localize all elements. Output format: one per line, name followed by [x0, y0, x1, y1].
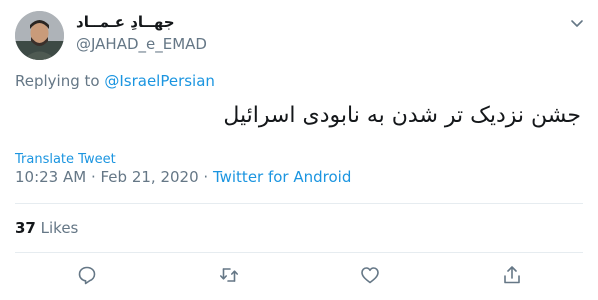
more-caret-icon[interactable] [567, 13, 587, 33]
replying-prefix: Replying to [15, 72, 105, 90]
like-icon[interactable] [359, 264, 381, 286]
divider [15, 203, 583, 204]
reply-to-link[interactable]: @IsraelPersian [104, 72, 215, 90]
translate-tweet-link[interactable]: Translate Tweet [15, 152, 116, 167]
tweet-source-link[interactable]: Twitter for Android [213, 168, 351, 186]
tweet-timestamp[interactable]: 10:23 AM · Feb 21, 2020 · [15, 168, 213, 186]
reply-icon[interactable] [76, 264, 98, 286]
likes-number: 37 [15, 219, 36, 237]
likes-count[interactable]: 37 Likes [15, 219, 78, 237]
display-name[interactable]: جهــادِ عـمــاد [76, 13, 175, 31]
divider [15, 252, 583, 253]
tweet-text: جشن نزدیک تر شدن به نابودی اسرائیل [223, 103, 581, 128]
retweet-icon[interactable] [218, 264, 240, 286]
avatar[interactable] [15, 11, 64, 60]
likes-label: Likes [35, 219, 79, 237]
tweet-meta: 10:23 AM · Feb 21, 2020 · Twitter for An… [15, 168, 351, 186]
share-icon[interactable] [501, 264, 523, 286]
user-handle[interactable]: @JAHAD_e_EMAD [76, 35, 207, 53]
replying-to: Replying to @IsraelPersian [15, 72, 215, 90]
